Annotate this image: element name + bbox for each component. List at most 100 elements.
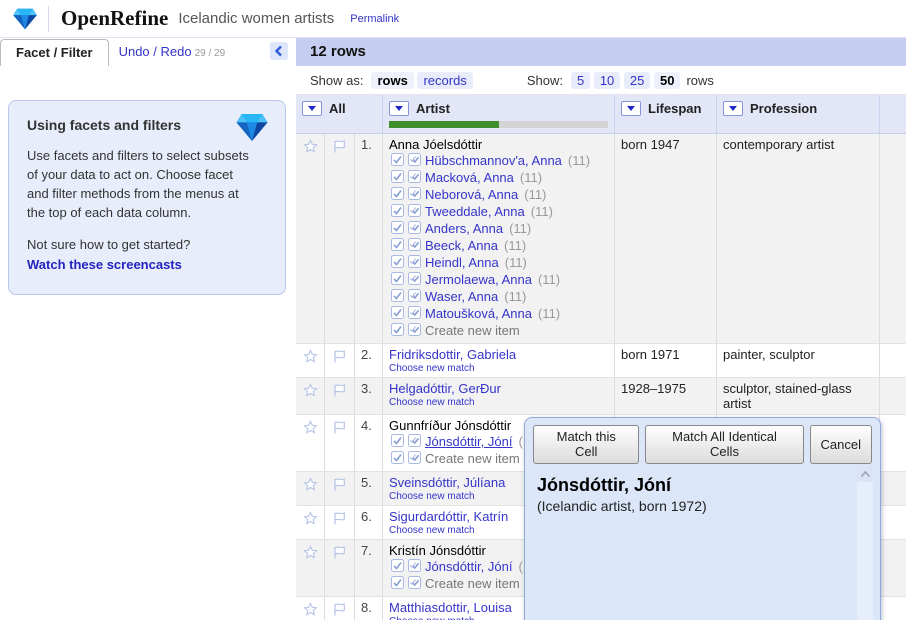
match-this-cell-icon[interactable] xyxy=(391,153,404,169)
show-as-rows[interactable]: rows xyxy=(371,72,413,89)
flag-toggle[interactable] xyxy=(325,506,355,539)
match-all-cells-icon[interactable] xyxy=(408,221,421,237)
reconcile-candidate: Neborová, Anna(11) xyxy=(391,187,608,203)
match-all-cells-icon[interactable] xyxy=(408,289,421,305)
match-all-cells-icon[interactable] xyxy=(408,187,421,203)
undo-redo-count: 29 / 29 xyxy=(195,48,226,59)
column-header-lifespan: Lifespan xyxy=(615,95,717,133)
match-this-cell-icon[interactable] xyxy=(391,323,404,339)
candidate-link[interactable]: Tweeddale, Anna xyxy=(425,205,525,219)
page-size-50[interactable]: 50 xyxy=(654,72,680,89)
artist-cell[interactable]: Helgadóttir, GerÐurChoose new match xyxy=(383,378,615,414)
match-this-cell-icon[interactable] xyxy=(391,255,404,271)
match-this-cell-icon[interactable] xyxy=(391,451,404,467)
show-as-records[interactable]: records xyxy=(417,72,472,89)
candidate-link[interactable]: Waser, Anna xyxy=(425,290,498,304)
match-this-cell-icon[interactable] xyxy=(391,204,404,220)
chevron-left-icon xyxy=(273,44,285,58)
match-this-cell-button[interactable]: Match this Cell xyxy=(533,425,639,464)
chevron-down-icon xyxy=(627,106,635,111)
candidate-link[interactable]: Matoušková, Anna xyxy=(425,307,532,321)
candidate-link[interactable]: Anders, Anna xyxy=(425,222,503,236)
artist-name[interactable]: Fridriksdottir, Gabriela xyxy=(389,347,608,362)
match-all-identical-cells-button[interactable]: Match All Identical Cells xyxy=(645,425,803,464)
match-this-cell-icon[interactable] xyxy=(391,576,404,592)
tab-facet-filter[interactable]: Facet / Filter xyxy=(0,39,109,66)
flag-toggle[interactable] xyxy=(325,540,355,596)
star-toggle[interactable] xyxy=(296,378,325,414)
star-toggle[interactable] xyxy=(296,415,325,471)
candidate-link[interactable]: Neborová, Anna xyxy=(425,188,518,202)
extra-cell xyxy=(880,415,906,471)
match-all-cells-icon[interactable] xyxy=(408,559,421,575)
flag-toggle[interactable] xyxy=(325,472,355,505)
flag-toggle[interactable] xyxy=(325,378,355,414)
star-toggle[interactable] xyxy=(296,506,325,539)
flag-toggle[interactable] xyxy=(325,415,355,471)
match-this-cell-icon[interactable] xyxy=(391,306,404,322)
match-this-cell-icon[interactable] xyxy=(391,289,404,305)
match-this-cell-icon[interactable] xyxy=(391,434,404,450)
match-this-cell-icon[interactable] xyxy=(391,170,404,186)
star-toggle[interactable] xyxy=(296,540,325,596)
candidate-link[interactable]: Macková, Anna xyxy=(425,171,514,185)
match-all-cells-icon[interactable] xyxy=(408,576,421,592)
candidate-link[interactable]: Beeck, Anna xyxy=(425,239,498,253)
match-all-cells-icon[interactable] xyxy=(408,434,421,450)
candidate-link[interactable]: Hübschmannov'a, Anna xyxy=(425,154,562,168)
artist-name[interactable]: Helgadóttir, GerÐur xyxy=(389,381,608,396)
artist-cell[interactable]: Anna JóelsdóttirHübschmannov'a, Anna(11)… xyxy=(383,134,615,343)
candidate-link[interactable]: Jónsdóttir, Jóní xyxy=(425,560,512,574)
permalink-link[interactable]: Permalink xyxy=(350,13,399,25)
create-new-item-link[interactable]: Create new item xyxy=(425,452,520,466)
create-new-item-link[interactable]: Create new item xyxy=(425,577,520,591)
scroll-up-icon[interactable] xyxy=(857,466,873,482)
page-size-10[interactable]: 10 xyxy=(594,72,620,89)
match-this-cell-icon[interactable] xyxy=(391,559,404,575)
tab-undo-redo[interactable]: Undo / Redo29 / 29 xyxy=(109,39,236,66)
match-all-cells-icon[interactable] xyxy=(408,170,421,186)
match-this-cell-icon[interactable] xyxy=(391,187,404,203)
candidate-link[interactable]: Jermolaewa, Anna xyxy=(425,273,532,287)
column-menu-button-artist[interactable] xyxy=(389,101,409,116)
star-toggle[interactable] xyxy=(296,597,325,620)
choose-new-match-link[interactable]: Choose new match xyxy=(389,363,608,374)
cancel-button[interactable]: Cancel xyxy=(810,425,872,464)
match-this-cell-icon[interactable] xyxy=(391,238,404,254)
column-menu-button-profession[interactable] xyxy=(723,101,743,116)
match-all-cells-icon[interactable] xyxy=(408,204,421,220)
match-all-cells-icon[interactable] xyxy=(408,451,421,467)
sidebar-tabbar: Facet / Filter Undo / Redo29 / 29 xyxy=(0,38,296,66)
match-all-cells-icon[interactable] xyxy=(408,272,421,288)
choose-new-match-link[interactable]: Choose new match xyxy=(389,397,608,408)
reconcile-candidate: Hübschmannov'a, Anna(11) xyxy=(391,153,608,169)
create-new-item-link[interactable]: Create new item xyxy=(425,324,520,338)
candidate-link[interactable]: Heindl, Anna xyxy=(425,256,499,270)
column-menu-button-lifespan[interactable] xyxy=(621,101,641,116)
match-all-cells-icon[interactable] xyxy=(408,255,421,271)
page-size-25[interactable]: 25 xyxy=(624,72,650,89)
watch-screencasts-link[interactable]: Watch these screencasts xyxy=(27,257,182,272)
show-as-modes: rows records xyxy=(371,73,472,88)
info-box-question: Not sure how to get started? xyxy=(27,236,252,255)
match-all-cells-icon[interactable] xyxy=(408,323,421,339)
sidebar-collapse-button[interactable] xyxy=(270,42,288,60)
diamond-icon xyxy=(235,113,269,142)
flag-toggle[interactable] xyxy=(325,597,355,620)
match-all-cells-icon[interactable] xyxy=(408,306,421,322)
match-this-cell-icon[interactable] xyxy=(391,221,404,237)
candidate-link[interactable]: Jónsdóttir, Jóní xyxy=(425,435,512,449)
star-toggle[interactable] xyxy=(296,134,325,343)
star-toggle[interactable] xyxy=(296,344,325,377)
column-menu-button-all[interactable] xyxy=(302,101,322,116)
match-all-cells-icon[interactable] xyxy=(408,153,421,169)
reconcile-candidate: Macková, Anna(11) xyxy=(391,170,608,186)
flag-toggle[interactable] xyxy=(325,344,355,377)
page-size-5[interactable]: 5 xyxy=(571,72,590,89)
match-this-cell-icon[interactable] xyxy=(391,272,404,288)
flag-toggle[interactable] xyxy=(325,134,355,343)
artist-cell[interactable]: Fridriksdottir, GabrielaChoose new match xyxy=(383,344,615,377)
preview-scrollbar[interactable] xyxy=(857,466,873,620)
star-toggle[interactable] xyxy=(296,472,325,505)
match-all-cells-icon[interactable] xyxy=(408,238,421,254)
